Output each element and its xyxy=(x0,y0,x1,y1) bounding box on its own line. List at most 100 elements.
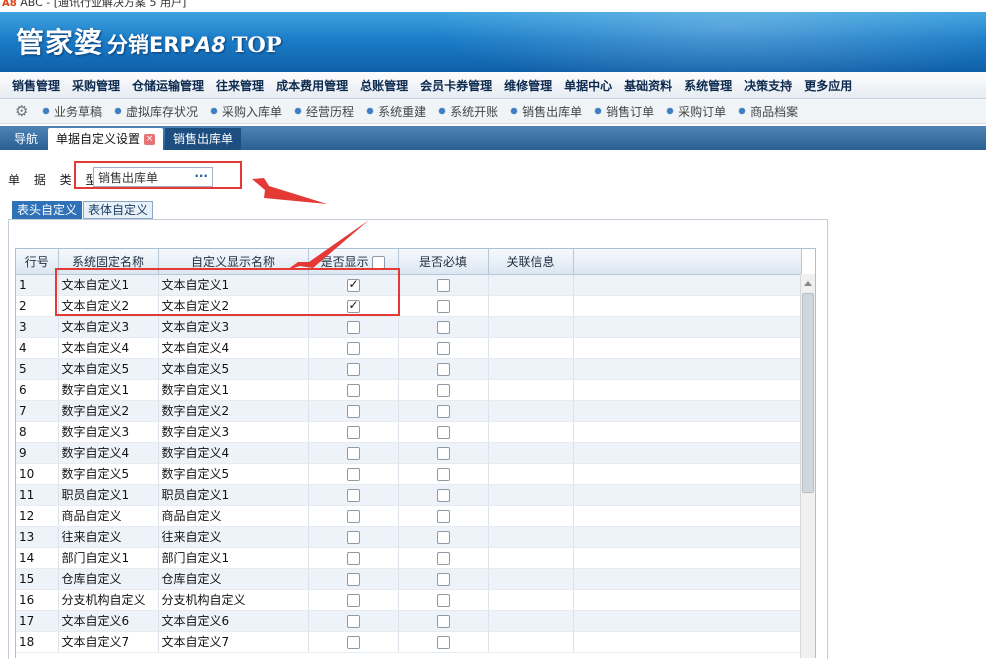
select-all-show-checkbox[interactable] xyxy=(372,255,386,269)
cell-display-name[interactable]: 数字自定义1 xyxy=(158,379,309,401)
show-checkbox[interactable] xyxy=(346,341,360,355)
scroll-up-icon[interactable] xyxy=(804,281,812,286)
subtab-body-custom[interactable]: 表体自定义 xyxy=(83,201,154,219)
show-checkbox[interactable] xyxy=(346,593,360,607)
required-checkbox[interactable] xyxy=(436,551,450,565)
main-menu-item[interactable]: 成本费用管理 xyxy=(276,77,348,94)
table-row[interactable]: 5 文本自定义5 文本自定义5 xyxy=(16,358,802,380)
show-checkbox[interactable] xyxy=(346,530,360,544)
required-checkbox[interactable] xyxy=(436,635,450,649)
table-row[interactable]: 7 数字自定义2 数字自定义2 xyxy=(16,400,802,422)
main-menu-item[interactable]: 总账管理 xyxy=(360,77,408,94)
table-row[interactable]: 15 仓库自定义 仓库自定义 xyxy=(16,568,802,590)
quick-link[interactable]: 销售订单 xyxy=(595,103,654,120)
required-checkbox[interactable] xyxy=(436,404,450,418)
required-checkbox[interactable] xyxy=(436,299,450,313)
required-checkbox[interactable] xyxy=(436,572,450,586)
cell-display-name[interactable]: 文本自定义7 xyxy=(158,631,309,653)
main-menu-item[interactable]: 仓储运输管理 xyxy=(132,77,204,94)
required-checkbox[interactable] xyxy=(436,488,450,502)
table-row[interactable]: 16 分支机构自定义 分支机构自定义 xyxy=(16,589,802,611)
cell-display-name[interactable]: 文本自定义5 xyxy=(158,358,309,380)
gear-icon[interactable]: ⚙ xyxy=(15,103,31,119)
main-menu-item[interactable]: 往来管理 xyxy=(216,77,264,94)
quick-link[interactable]: 销售出库单 xyxy=(511,103,582,120)
show-checkbox[interactable] xyxy=(346,362,360,376)
main-menu-item[interactable]: 决策支持 xyxy=(744,77,792,94)
table-row[interactable]: 11 职员自定义1 职员自定义1 xyxy=(16,484,802,506)
main-menu-item[interactable]: 单据中心 xyxy=(564,77,612,94)
required-checkbox[interactable] xyxy=(436,509,450,523)
tab-sales-outbound[interactable]: 销售出库单 xyxy=(165,128,242,150)
quick-link[interactable]: 商品档案 xyxy=(739,103,798,120)
show-checkbox[interactable] xyxy=(346,572,360,586)
show-checkbox[interactable] xyxy=(346,635,360,649)
show-checkbox[interactable] xyxy=(346,404,360,418)
show-checkbox[interactable] xyxy=(346,383,360,397)
cell-display-name[interactable]: 文本自定义6 xyxy=(158,610,309,632)
show-checkbox[interactable] xyxy=(346,425,360,439)
quick-link[interactable]: 采购订单 xyxy=(667,103,726,120)
subtab-header-custom[interactable]: 表头自定义 xyxy=(12,201,83,219)
required-checkbox[interactable] xyxy=(436,320,450,334)
main-menu-item[interactable]: 基础资料 xyxy=(624,77,672,94)
required-checkbox[interactable] xyxy=(436,362,450,376)
cell-display-name[interactable]: 仓库自定义 xyxy=(158,568,309,590)
required-checkbox[interactable] xyxy=(436,467,450,481)
main-menu-item[interactable]: 维修管理 xyxy=(504,77,552,94)
table-row[interactable]: 8 数字自定义3 数字自定义3 xyxy=(16,421,802,443)
table-row[interactable]: 13 往来自定义 往来自定义 xyxy=(16,526,802,548)
cell-display-name[interactable]: 商品自定义 xyxy=(158,505,309,527)
scroll-thumb[interactable] xyxy=(802,293,814,493)
quick-link[interactable]: 系统开账 xyxy=(439,103,498,120)
show-checkbox[interactable] xyxy=(346,614,360,628)
table-row[interactable]: 18 文本自定义7 文本自定义7 xyxy=(16,631,802,653)
tab-navigation[interactable]: 导航 xyxy=(6,128,46,150)
cell-display-name[interactable]: 数字自定义3 xyxy=(158,421,309,443)
main-menu-item[interactable]: 销售管理 xyxy=(12,77,60,94)
required-checkbox[interactable] xyxy=(436,341,450,355)
table-row[interactable]: 10 数字自定义5 数字自定义5 xyxy=(16,463,802,485)
quick-link[interactable]: 业务草稿 xyxy=(43,103,102,120)
cell-display-name[interactable]: 分支机构自定义 xyxy=(158,589,309,611)
table-row[interactable]: 3 文本自定义3 文本自定义3 xyxy=(16,316,802,338)
show-checkbox[interactable] xyxy=(346,509,360,523)
cell-display-name[interactable]: 文本自定义4 xyxy=(158,337,309,359)
cell-display-name[interactable]: 数字自定义4 xyxy=(158,442,309,464)
tab-document-custom-settings[interactable]: 单据自定义设置 × xyxy=(48,128,164,150)
required-checkbox[interactable] xyxy=(436,278,450,292)
quick-link[interactable]: 系统重建 xyxy=(367,103,426,120)
table-row[interactable]: 4 文本自定义4 文本自定义4 xyxy=(16,337,802,359)
cell-display-name[interactable]: 文本自定义3 xyxy=(158,316,309,338)
show-checkbox[interactable] xyxy=(346,488,360,502)
main-menu-item[interactable]: 会员卡券管理 xyxy=(420,77,492,94)
required-checkbox[interactable] xyxy=(436,614,450,628)
cell-display-name[interactable]: 往来自定义 xyxy=(158,526,309,548)
cell-display-name[interactable]: 数字自定义2 xyxy=(158,400,309,422)
show-checkbox[interactable] xyxy=(346,320,360,334)
show-checkbox[interactable] xyxy=(346,446,360,460)
main-menu-item[interactable]: 系统管理 xyxy=(684,77,732,94)
main-menu-item[interactable]: 更多应用 xyxy=(804,77,852,94)
cell-display-name[interactable]: 职员自定义1 xyxy=(158,484,309,506)
quick-link[interactable]: 经营历程 xyxy=(295,103,354,120)
required-checkbox[interactable] xyxy=(436,530,450,544)
main-menu-item[interactable]: 采购管理 xyxy=(72,77,120,94)
table-row[interactable]: 17 文本自定义6 文本自定义6 xyxy=(16,610,802,632)
required-checkbox[interactable] xyxy=(436,383,450,397)
required-checkbox[interactable] xyxy=(436,446,450,460)
close-icon[interactable]: × xyxy=(144,134,156,145)
required-checkbox[interactable] xyxy=(436,593,450,607)
quick-link[interactable]: 虚拟库存状况 xyxy=(115,103,198,120)
cell-display-name[interactable]: 数字自定义5 xyxy=(158,463,309,485)
show-checkbox[interactable] xyxy=(346,467,360,481)
cell-display-name[interactable]: 部门自定义1 xyxy=(158,547,309,569)
quick-link[interactable]: 采购入库单 xyxy=(211,103,282,120)
table-row[interactable]: 9 数字自定义4 数字自定义4 xyxy=(16,442,802,464)
table-row[interactable]: 6 数字自定义1 数字自定义1 xyxy=(16,379,802,401)
table-row[interactable]: 12 商品自定义 商品自定义 xyxy=(16,505,802,527)
required-checkbox[interactable] xyxy=(436,425,450,439)
vertical-scrollbar[interactable] xyxy=(800,274,815,658)
show-checkbox[interactable] xyxy=(346,551,360,565)
table-row[interactable]: 14 部门自定义1 部门自定义1 xyxy=(16,547,802,569)
